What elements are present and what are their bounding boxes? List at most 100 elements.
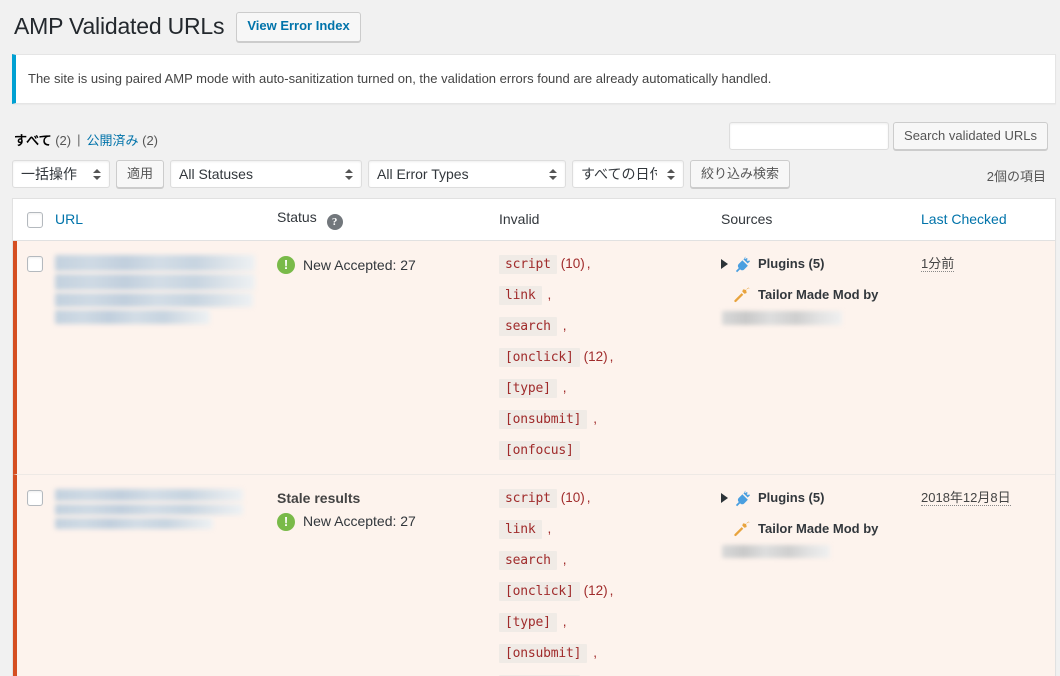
invalid-tag-count: (10) (560, 489, 585, 505)
status-filter-select-wrap: All Statuses (170, 159, 363, 188)
date-filter-select[interactable]: すべての日付 (572, 159, 685, 188)
invalid-tag[interactable]: [onsubmit] (499, 409, 588, 429)
invalid-tag[interactable]: link (499, 519, 542, 539)
invalid-tag-comma: , (593, 410, 598, 426)
invalid-tag-comma: , (547, 520, 552, 536)
column-header-url[interactable]: URL (55, 198, 277, 241)
invalid-tag[interactable]: [onsubmit] (499, 643, 588, 663)
invalid-tag[interactable]: [onclick] (499, 347, 580, 367)
amp-mode-notice: The site is using paired AMP mode with a… (12, 54, 1056, 104)
views-separator: | (77, 131, 81, 147)
invalid-tag[interactable]: [type] (499, 378, 557, 398)
status-line: ! New Accepted: 27 (277, 255, 499, 276)
invalid-tag-comma: , (562, 317, 567, 333)
view-published-link[interactable]: 公開済み (86, 133, 138, 148)
filter-button[interactable]: 絞り込み検索 (690, 159, 791, 188)
status-text: New Accepted: 27 (303, 513, 416, 530)
invalid-tag-row: search, (499, 316, 721, 336)
invalid-tag[interactable]: [onfocus] (499, 440, 580, 460)
invalid-tag[interactable]: [type] (499, 612, 557, 632)
source-redacted-block (722, 310, 842, 325)
page-title: AMP Validated URLs (14, 13, 225, 40)
row-checkbox[interactable] (27, 255, 43, 272)
invalid-tag-count: (12) (583, 582, 608, 598)
column-header-last-checked[interactable]: Last Checked (921, 198, 1055, 241)
help-icon[interactable]: ? (326, 213, 343, 230)
row-checkbox[interactable] (27, 489, 43, 506)
invalid-tag-comma: , (562, 613, 567, 629)
view-published[interactable]: 公開済み (2) (86, 130, 158, 149)
source-plugins[interactable]: Plugins (5) (721, 255, 921, 278)
column-header-checkbox (13, 198, 55, 241)
view-error-index-button[interactable]: View Error Index (236, 12, 361, 42)
invalid-tag[interactable]: search (499, 550, 557, 570)
invalid-tag-row: [type], (499, 378, 721, 398)
invalid-tag-comma: , (609, 582, 614, 598)
row-last-checked-cell: 1分前 (921, 241, 1055, 474)
invalid-tag-row: script (10), (499, 254, 721, 274)
search-input[interactable] (729, 121, 890, 150)
select-all-checkbox[interactable] (27, 211, 43, 228)
row-url-cell[interactable] (55, 473, 277, 676)
plug-icon (734, 489, 752, 512)
column-header-url-link[interactable]: URL (55, 211, 83, 227)
invalid-tag[interactable]: search (499, 316, 557, 336)
invalid-tag[interactable]: [onclick] (499, 581, 580, 601)
date-filter-select-wrap: すべての日付 (572, 159, 685, 188)
url-redacted-block (55, 488, 277, 529)
invalid-tag-row: script (10), (499, 488, 721, 508)
hammer-icon (734, 520, 752, 543)
apply-button[interactable]: 適用 (116, 159, 165, 188)
source-theme[interactable]: Tailor Made Mod by (721, 286, 921, 309)
bulk-action-select[interactable]: 一括操作 (12, 159, 110, 188)
last-checked-value[interactable]: 1分前 (921, 255, 955, 272)
status-line: ! New Accepted: 27 (277, 511, 499, 532)
column-header-invalid: Invalid (499, 198, 721, 241)
invalid-tag-list: script (10), link, search, [onclick] (12), (499, 254, 721, 460)
invalid-tag-comma: , (586, 489, 591, 505)
warning-icon: ! (277, 512, 295, 531)
search-box: Search validated URLs (729, 121, 1048, 150)
source-redacted-block (722, 544, 830, 558)
invalid-tag[interactable]: script (499, 488, 557, 508)
source-plugins[interactable]: Plugins (5) (721, 489, 921, 512)
row-invalid-cell: script (10), link, search, [onclick] (12), (499, 241, 721, 474)
table-body: ! New Accepted: 27 script (10), link, sea… (13, 240, 1055, 676)
invalid-tag-row: link, (499, 519, 721, 539)
row-url-cell[interactable] (55, 241, 277, 474)
error-type-filter-select-wrap: All Error Types (368, 159, 567, 188)
status-filter-select[interactable]: All Statuses (170, 159, 363, 188)
column-header-invalid-label: Invalid (499, 211, 540, 227)
stale-results-label: Stale results (277, 489, 361, 506)
table-row: ! New Accepted: 27 script (10), link, sea… (13, 240, 1055, 474)
table-header-row: URL Status ? Invalid Sources Last Checke… (13, 198, 1055, 241)
view-all-count: (2) (55, 132, 72, 148)
invalid-tag[interactable]: link (499, 285, 542, 305)
view-published-count: (2) (142, 132, 159, 148)
row-sources-cell: Plugins (5) Tailor Made Mod by (721, 241, 921, 474)
table-head: URL Status ? Invalid Sources Last Checke… (13, 198, 1055, 241)
invalid-tag[interactable]: script (499, 254, 557, 274)
column-header-last-checked-link[interactable]: Last Checked (921, 211, 1007, 227)
chevron-right-icon[interactable] (721, 492, 728, 503)
view-all-link[interactable]: すべて (14, 133, 52, 148)
row-invalid-cell: script (10), link, search, [onclick] (12), (499, 473, 721, 676)
row-last-checked-cell: 2018年12月8日 (921, 473, 1055, 676)
tablenav-top: 一括操作 適用 All Statuses All Error Types すべて… (12, 158, 1050, 194)
invalid-tag-comma: , (562, 379, 567, 395)
last-checked-value[interactable]: 2018年12月8日 (921, 489, 1011, 506)
invalid-tag-comma: , (586, 255, 591, 271)
error-type-filter-select[interactable]: All Error Types (368, 159, 567, 188)
view-all[interactable]: すべて (2) (14, 130, 71, 149)
plug-icon (734, 255, 752, 278)
tablenav-actions: 一括操作 適用 All Statuses All Error Types すべて… (12, 159, 791, 188)
invalid-tag-comma: , (562, 551, 567, 567)
displaying-num: 2個の項目 (986, 168, 1046, 184)
invalid-tag-count: (10) (560, 255, 585, 271)
search-validated-urls-button[interactable]: Search validated URLs (893, 121, 1048, 150)
source-theme[interactable]: Tailor Made Mod by (721, 520, 921, 543)
invalid-tag-row: link, (499, 285, 721, 305)
chevron-right-icon[interactable] (721, 258, 728, 269)
list-head: すべて (2) | 公開済み (2) Search validated URLs (12, 121, 1050, 156)
url-redacted-block (55, 254, 277, 324)
